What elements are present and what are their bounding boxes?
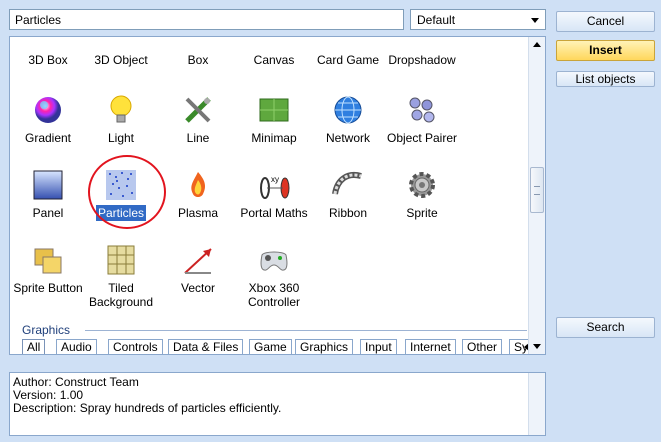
object-item-portal-maths[interactable]: xy Portal Maths [236, 168, 312, 220]
tab-other[interactable]: Other [462, 339, 503, 354]
insert-button[interactable]: Insert [556, 40, 655, 61]
object-item-sprite-button[interactable]: Sprite Button [10, 243, 86, 295]
network-globe-icon [331, 93, 365, 127]
object-item-label: Object Pairer [386, 131, 458, 145]
tab-all[interactable]: All [22, 339, 46, 354]
group-divider [85, 330, 527, 331]
tab-controls[interactable]: Controls [108, 339, 163, 354]
dropshadow-icon [405, 37, 439, 49]
object-item-card-game[interactable]: Card Game [310, 37, 386, 67]
object-item-canvas[interactable]: Canvas [236, 37, 312, 67]
object-item-label: 3D Object [94, 53, 148, 67]
object-item-ribbon[interactable]: Ribbon [310, 168, 386, 220]
object-item-vector[interactable]: Vector [160, 243, 236, 295]
object-pairer-icon [405, 93, 439, 127]
object-item-label: Vector [180, 281, 216, 295]
object-item-label: Card Game [316, 53, 380, 67]
object-item-label: Portal Maths [240, 206, 308, 220]
object-item-label: Ribbon [328, 206, 368, 220]
description-panel: Author: Construct Team Version: 1.00 Des… [9, 372, 546, 436]
panel-icon [31, 168, 65, 202]
object-item-label: Sprite [406, 206, 438, 220]
selection-highlight-ring [88, 155, 166, 229]
3d-box-icon [31, 37, 65, 49]
minimap-icon [257, 93, 291, 127]
object-item-3d-box[interactable]: 3D Box [10, 37, 86, 67]
search-input[interactable] [9, 9, 404, 30]
tab-input[interactable]: Input [360, 339, 397, 354]
sprite-gear-icon [405, 168, 439, 202]
object-item-label: Tiled Background [88, 281, 154, 309]
description-text: Description: Spray hundreds of particles… [13, 401, 282, 415]
object-item-panel[interactable]: Panel [10, 168, 86, 220]
object-item-light[interactable]: Light [83, 93, 159, 145]
object-grid: 3D Box 3D Object Box Canvas Card Game Dropsha… [9, 36, 546, 355]
object-item-label: Light [107, 131, 135, 145]
3d-object-icon [104, 37, 138, 49]
object-item-tiled-background[interactable]: Tiled Background [83, 243, 159, 309]
svg-text:xy: xy [271, 175, 279, 184]
object-item-label: Canvas [253, 53, 295, 67]
card-game-icon [331, 37, 365, 49]
ribbon-icon [331, 168, 365, 202]
group-header-graphics: Graphics [22, 323, 71, 337]
gradient-icon [31, 93, 65, 127]
xbox-controller-icon [257, 243, 291, 277]
tab-data-files[interactable]: Data & Files [168, 339, 244, 354]
box-icon [181, 37, 215, 49]
object-item-label: Panel [32, 206, 64, 220]
scroll-up-icon[interactable] [533, 42, 541, 47]
filter-selected-value: Default [417, 13, 456, 27]
search-button[interactable]: Search [556, 317, 655, 338]
object-item-gradient[interactable]: Gradient [10, 93, 86, 145]
object-item-xbox-360-controller[interactable]: Xbox 360 Controller [236, 243, 312, 309]
plasma-flame-icon [181, 168, 215, 202]
tab-game[interactable]: Game [249, 339, 292, 354]
object-item-label: Network [325, 131, 370, 145]
tiled-background-icon [104, 243, 138, 277]
light-bulb-icon [104, 93, 138, 127]
object-item-label: Gradient [24, 131, 72, 145]
description-scrollbar[interactable] [528, 373, 545, 435]
grid-scrollbar[interactable] [528, 37, 545, 354]
tab-internet[interactable]: Internet [405, 339, 456, 354]
object-item-label: Minimap [251, 131, 297, 145]
category-filter-select[interactable]: Default [410, 9, 546, 30]
object-item-label: Plasma [177, 206, 218, 220]
description-author: Author: Construct Team [13, 375, 139, 389]
object-item-label: Dropshadow [388, 53, 456, 67]
object-item-box[interactable]: Box [160, 37, 236, 67]
vector-icon [181, 243, 215, 277]
object-item-label: Box [187, 53, 209, 67]
object-item-line[interactable]: Line [160, 93, 236, 145]
cancel-button[interactable]: Cancel [556, 11, 655, 32]
tab-graphics[interactable]: Graphics [295, 339, 354, 354]
category-tabs: All Audio Controls Data & Files Game Graphics… [22, 339, 542, 354]
object-item-network[interactable]: Network [310, 93, 386, 145]
object-item-plasma[interactable]: Plasma [160, 168, 236, 220]
scroll-thumb[interactable] [530, 167, 544, 213]
object-item-sprite[interactable]: Sprite [384, 168, 460, 220]
chevron-down-icon [531, 18, 539, 23]
object-item-label: Line [186, 131, 210, 145]
object-item-minimap[interactable]: Minimap [236, 93, 312, 145]
scroll-down-icon[interactable] [533, 344, 541, 349]
object-item-label: 3D Box [28, 53, 68, 67]
canvas-icon [257, 37, 291, 49]
object-item-3d-object[interactable]: 3D Object [83, 37, 159, 67]
object-item-label: Xbox 360 Controller [247, 281, 301, 309]
object-item-label: Sprite Button [13, 281, 83, 295]
line-tools-icon [181, 93, 215, 127]
sprite-button-icon [31, 243, 65, 277]
tab-audio[interactable]: Audio [56, 339, 97, 354]
list-objects-button[interactable]: List objects [556, 71, 655, 87]
portal-maths-icon: xy [257, 168, 291, 202]
object-item-object-pairer[interactable]: Object Pairer [384, 93, 460, 145]
object-item-dropshadow[interactable]: Dropshadow [384, 37, 460, 67]
